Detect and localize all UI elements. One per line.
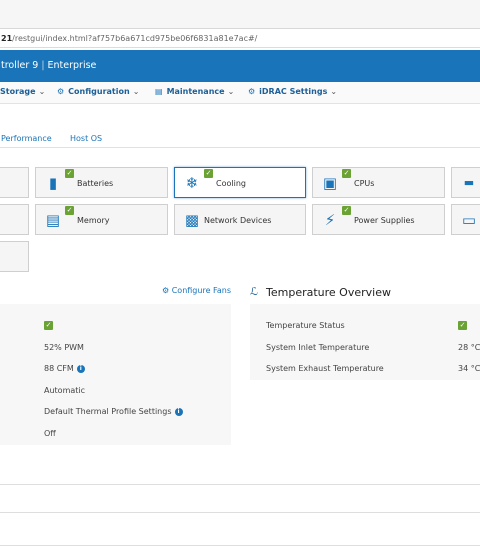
monitor-icon: ▭ — [461, 211, 477, 229]
chevron-down-icon: ⌄ — [227, 87, 235, 96]
temperature-status-ok-icon: ✓ — [458, 321, 467, 330]
fans-panel — [0, 304, 231, 445]
storage-drive-icon: ▬ — [463, 176, 475, 189]
configuration-icon: ⚙ — [57, 87, 65, 96]
tile-partial[interactable] — [0, 241, 29, 272]
inlet-temperature-value: 28 °C — [458, 343, 480, 352]
memory-icon: ▤ — [45, 211, 61, 229]
section-divider — [0, 484, 480, 485]
info-icon[interactable]: i — [76, 365, 85, 373]
tile-partial-right[interactable]: ▭ — [451, 204, 480, 235]
nav-storage[interactable]: Storage ⌄ — [0, 87, 45, 96]
address-bar-url[interactable]: 21/restgui/index.html?af757b6a671cd975be… — [1, 34, 257, 43]
fan-setting-value: Off — [44, 429, 56, 438]
battery-icon: ▮ — [48, 174, 58, 192]
nav-maintenance[interactable]: ▤ Maintenance ⌄ — [155, 87, 234, 96]
tile-network-devices[interactable]: ▩ Network Devices — [174, 204, 306, 235]
browser-toolbar — [0, 0, 480, 29]
tile-cpus[interactable]: ▣ ✓ CPUs — [312, 167, 445, 198]
fan-status-ok-icon: ✓ — [44, 321, 53, 330]
thermometer-icon: ℒ — [250, 285, 258, 298]
airflow-value: 88 CFM i — [44, 364, 85, 373]
snowflake-icon: ❄ — [185, 174, 199, 192]
ok-status-icon: ✓ — [342, 206, 351, 215]
settings-icon: ⚙ — [248, 87, 256, 96]
ok-status-icon: ✓ — [342, 169, 351, 178]
product-title: troller 9 | Enterprise — [1, 60, 97, 71]
tab-host-os[interactable]: Host OS — [70, 134, 102, 143]
network-card-icon: ▩ — [184, 211, 200, 229]
section-divider — [0, 512, 480, 513]
tile-batteries[interactable]: ▮ ✓ Batteries — [35, 167, 168, 198]
tab-performance[interactable]: Performance — [1, 134, 52, 143]
chevron-down-icon: ⌄ — [330, 87, 338, 96]
temperature-overview-title: Temperature Overview — [266, 286, 391, 299]
cpu-icon: ▣ — [322, 174, 338, 192]
tile-power-supplies[interactable]: ⚡ ✓ Power Supplies — [312, 204, 445, 235]
thermal-profile-value: Default Thermal Profile Settings i — [44, 407, 183, 416]
inlet-temperature-label: System Inlet Temperature — [266, 343, 370, 352]
fan-speed-value: 52% PWM — [44, 343, 84, 352]
section-divider — [0, 545, 480, 546]
gear-icon: ⚙ — [162, 286, 170, 295]
ok-status-icon: ✓ — [204, 169, 213, 178]
fan-mode-value: Automatic — [44, 386, 86, 395]
tile-partial-right[interactable]: ▬ — [451, 167, 480, 198]
ok-status-icon: ✓ — [65, 169, 74, 178]
tab-divider — [0, 147, 480, 148]
temperature-status-label: Temperature Status — [266, 321, 345, 330]
chevron-down-icon: ⌄ — [38, 87, 46, 96]
tile-memory[interactable]: ▤ ✓ Memory — [35, 204, 168, 235]
maintenance-icon: ▤ — [155, 87, 163, 96]
exhaust-temperature-label: System Exhaust Temperature — [266, 364, 384, 373]
configure-fans-link[interactable]: ⚙ Configure Fans — [162, 286, 231, 295]
tile-partial[interactable] — [0, 204, 29, 235]
power-plug-icon: ⚡ — [324, 211, 336, 229]
ok-status-icon: ✓ — [65, 206, 74, 215]
info-icon[interactable]: i — [174, 408, 183, 416]
tile-partial[interactable] — [0, 167, 29, 198]
nav-idrac-settings[interactable]: ⚙ iDRAC Settings ⌄ — [248, 87, 337, 96]
tile-cooling[interactable]: ❄ ✓ Cooling — [174, 167, 306, 198]
chevron-down-icon: ⌄ — [132, 87, 140, 96]
nav-configuration[interactable]: ⚙ Configuration ⌄ — [57, 87, 139, 96]
exhaust-temperature-value: 34 °C — [458, 364, 480, 373]
